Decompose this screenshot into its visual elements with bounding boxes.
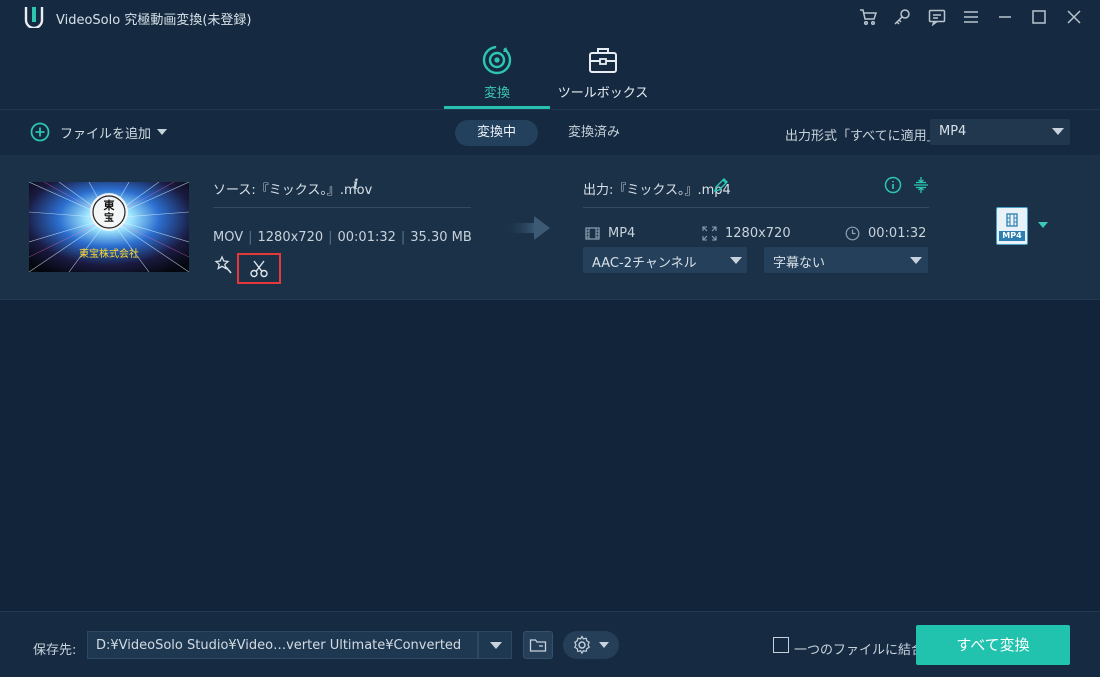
clock-icon [845,226,860,240]
app-title: VideoSolo 究極動画変換(未登録) [56,13,252,28]
arrow-right-icon [502,216,550,240]
gear-icon [574,635,590,655]
toolbar: ファイルを追加 変換中 変換済み 出力形式「すべてに適用」: MP4 [0,110,1100,155]
file-item: 東 宝 東宝株式会社 ソース:『ミックス。』.mov i MOV | 1280x72… [0,155,1100,300]
divider [583,207,929,208]
audio-track-select[interactable]: AAC-2チャンネル [583,247,747,273]
chevron-down-icon[interactable] [157,129,168,135]
format-badge-label: MP4 [999,231,1025,241]
edit-effects-icon[interactable] [213,255,233,275]
svg-text:宝: 宝 [104,211,114,224]
title-bar: VideoSolo 究極動画変換(未登録) [0,0,1100,34]
subtitle-select[interactable]: 字幕ない [764,247,928,273]
resolution-icon [702,225,717,241]
add-file-button[interactable]: ファイルを追加 [30,121,168,143]
toolbox-icon [589,48,617,73]
chevron-down-icon [910,257,922,264]
chevron-down-icon [1052,128,1064,135]
media-info-icon[interactable]: i [353,177,358,193]
menu-icon[interactable] [959,5,983,29]
svg-text:東: 東 [104,198,116,212]
settings-button[interactable] [563,631,619,659]
save-location-label: 保存先: [33,643,77,658]
maximize-icon[interactable] [1027,5,1051,29]
source-resolution: 1280x720 [257,230,324,245]
save-path-dropdown[interactable] [478,631,512,659]
tab-toolbox-label: ツールボックス [557,86,649,101]
subtitle-value: 字幕ない [773,256,826,271]
save-path-field[interactable]: D:¥VideoSolo Studio¥Video…verter Ultimat… [87,631,478,659]
output-resolution-info: 1280x720 [702,224,791,242]
source-filename: ソース:『ミックス。』.mov [213,183,373,198]
output-duration: 00:01:32 [868,225,927,241]
merge-files-label: 一つのファイルに結合 [794,643,925,658]
output-format: MP4 [608,225,636,241]
add-file-label: ファイルを追加 [60,126,152,142]
close-icon[interactable] [1062,5,1086,29]
app-logo-icon [24,7,44,28]
video-thumbnail[interactable]: 東 宝 東宝株式会社 [29,182,189,272]
active-tab-indicator [444,106,550,109]
tab-convert[interactable]: 変換 [444,34,550,110]
chevron-down-icon [490,642,502,649]
merge-files-checkbox[interactable] [773,637,789,653]
output-format-label: 出力形式「すべてに適用」: [785,129,944,144]
output-format-badge[interactable]: MP4 [996,207,1028,245]
film-icon [585,226,600,240]
video-file-icon [1006,213,1018,227]
open-folder-button[interactable] [523,631,553,659]
main-tabs: 変換 ツールボックス [0,34,1100,110]
key-icon[interactable] [890,5,914,29]
info-icon[interactable] [884,176,902,194]
scissors-icon [250,260,268,277]
bottom-bar: 保存先: D:¥VideoSolo Studio¥Video…verter Ul… [0,611,1100,677]
tab-converted[interactable]: 変換済み [546,120,642,146]
source-metadata: MOV | 1280x720 | 00:01:32 | 35.30 MB [213,230,472,245]
audio-track-value: AAC-2チャンネル [592,256,697,271]
chevron-down-icon[interactable] [1038,222,1048,228]
convert-icon [482,45,512,75]
output-format-value: MP4 [939,124,967,139]
chevron-down-icon [599,642,609,648]
file-list-empty-area [0,300,1100,611]
svg-text:東宝株式会社: 東宝株式会社 [79,247,139,260]
tab-converting[interactable]: 変換中 [455,120,539,146]
tab-toolbox[interactable]: ツールボックス [550,34,656,110]
chevron-down-icon [730,257,742,264]
output-resolution: 1280x720 [725,225,791,241]
pencil-icon[interactable] [713,177,729,193]
output-duration-info: 00:01:32 [845,224,926,242]
output-filename: 出力:『ミックス。』.mp4 [583,183,731,198]
cut-button[interactable] [237,253,281,284]
source-duration: 00:01:32 [337,230,396,245]
feedback-icon[interactable] [925,5,949,29]
divider [213,207,471,208]
folder-icon [529,639,547,652]
compress-icon[interactable] [912,176,930,194]
minimize-icon[interactable] [993,5,1017,29]
source-size: 35.30 MB [410,230,472,245]
output-format-info: MP4 [585,224,635,242]
add-circle-icon [30,122,50,142]
tab-convert-label: 変換 [483,86,510,101]
source-format: MOV [213,230,244,245]
thumbnail-image: 東 宝 東宝株式会社 [29,182,189,272]
output-format-select[interactable]: MP4 [930,119,1070,145]
convert-all-button[interactable]: すべて変換 [916,625,1070,665]
cart-icon[interactable] [856,5,880,29]
